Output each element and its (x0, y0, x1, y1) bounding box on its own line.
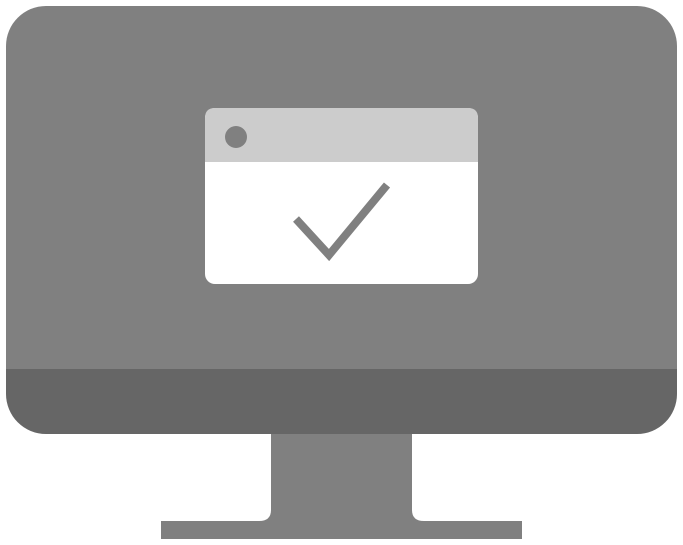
window-dot (225, 126, 247, 148)
monitor-icon (6, 6, 677, 539)
monitor-stand (161, 432, 522, 539)
app-window-icon (205, 108, 478, 284)
monitor-bezel (6, 369, 677, 434)
stand-neck (161, 432, 522, 539)
illustration-stage (0, 0, 683, 545)
